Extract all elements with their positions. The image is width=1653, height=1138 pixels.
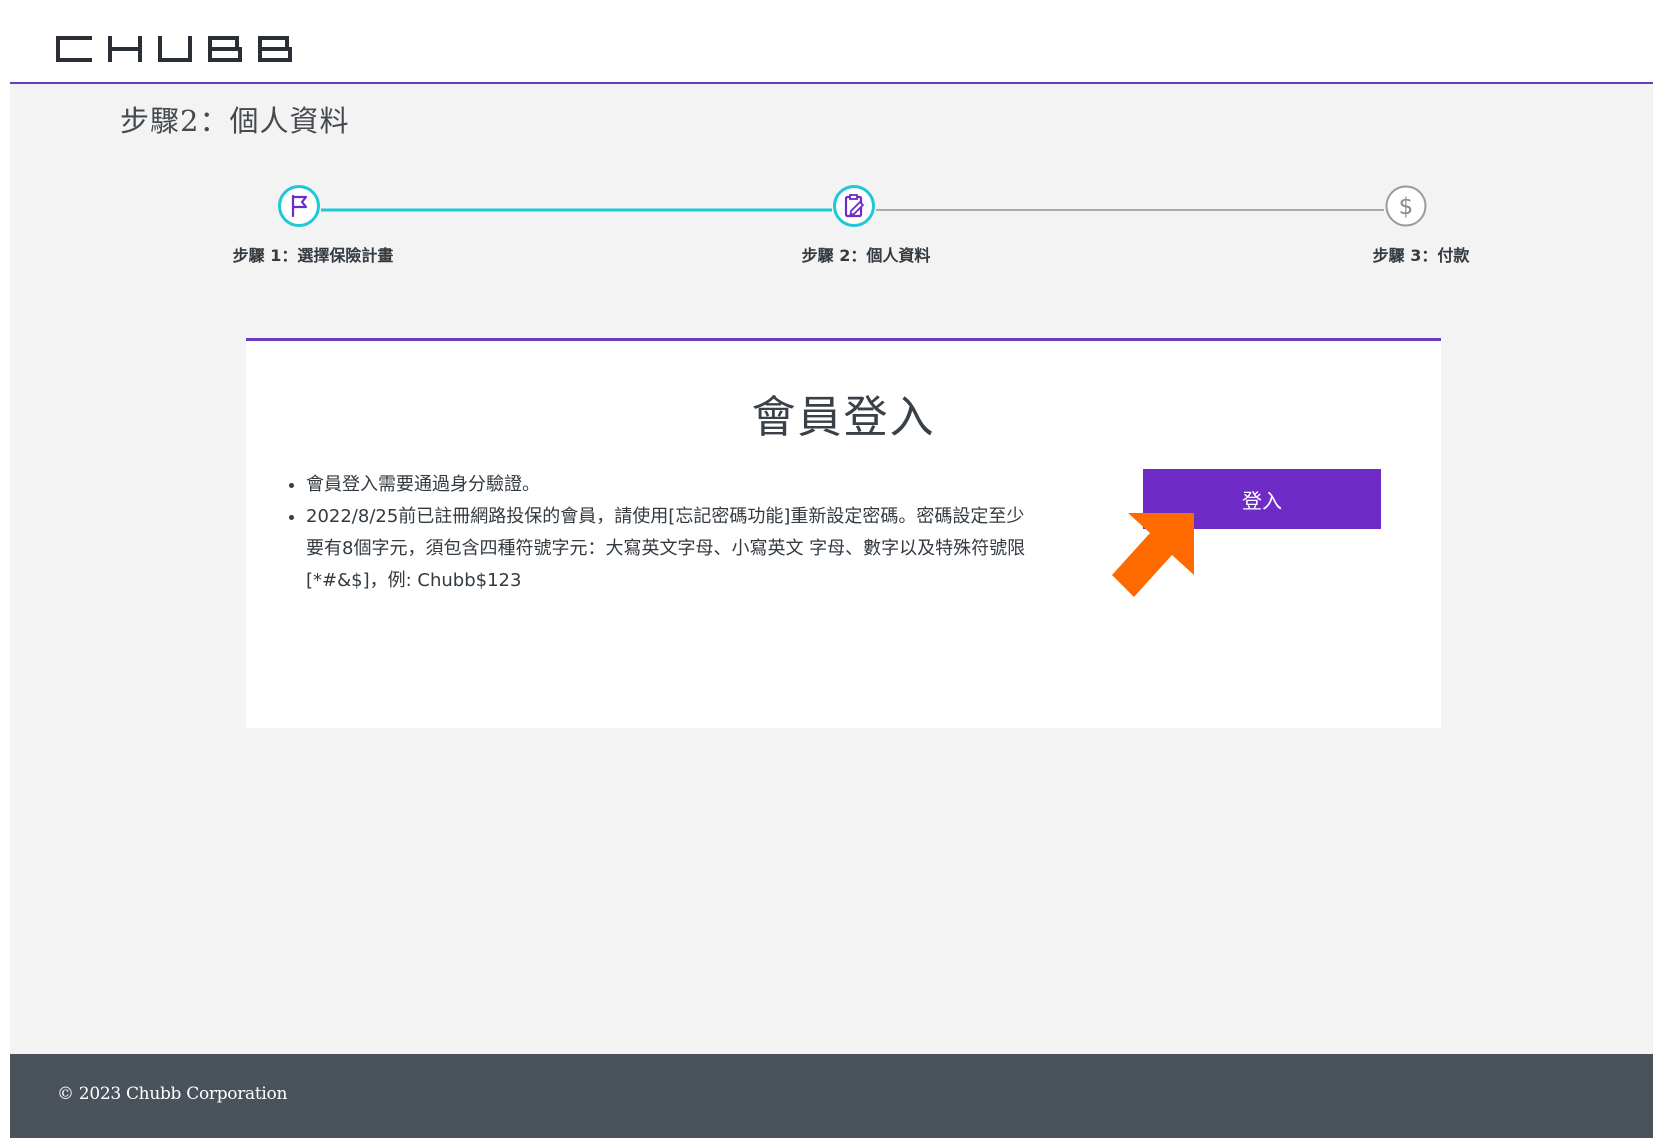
flag-icon[interactable] (278, 185, 320, 227)
clipboard-icon[interactable] (833, 185, 875, 227)
copyright-text: © 2023 Chubb Corporation (57, 1084, 288, 1104)
login-note: 會員登入需要通過身分驗證。 (306, 469, 1026, 501)
chubb-logo-icon (56, 36, 292, 62)
login-card: 會員登入 會員登入需要通過身分驗證。 2022/8/25前已註冊網路投保的會員，… (246, 338, 1441, 728)
login-card-title: 會員登入 (751, 392, 936, 443)
page-title: 步驟2：個人資料 (120, 104, 350, 138)
login-notes: 會員登入需要通過身分驗證。 2022/8/25前已註冊網路投保的會員，請使用[忘… (282, 469, 1026, 597)
dollar-icon[interactable]: $ (1385, 185, 1427, 227)
step-1-label: 步驟 1：選擇保險計畫 (232, 246, 394, 265)
chubb-logo[interactable] (56, 36, 296, 66)
login-note: 2022/8/25前已註冊網路投保的會員，請使用[忘記密碼功能]重新設定密碼。密… (306, 501, 1026, 597)
svg-text:$: $ (1399, 194, 1414, 220)
header (10, 0, 1653, 84)
step-3-label: 步驟 3：付款 (1372, 246, 1470, 265)
page: 步驟2：個人資料 $ 步驟 1：選擇保險計畫 步驟 2：個人資料 步驟 3：付款… (0, 0, 1653, 1138)
left-edge (0, 0, 10, 1138)
arrow-pointer-icon (1112, 513, 1194, 597)
step-2-label: 步驟 2：個人資料 (801, 246, 931, 265)
footer: © 2023 Chubb Corporation (10, 1054, 1653, 1138)
